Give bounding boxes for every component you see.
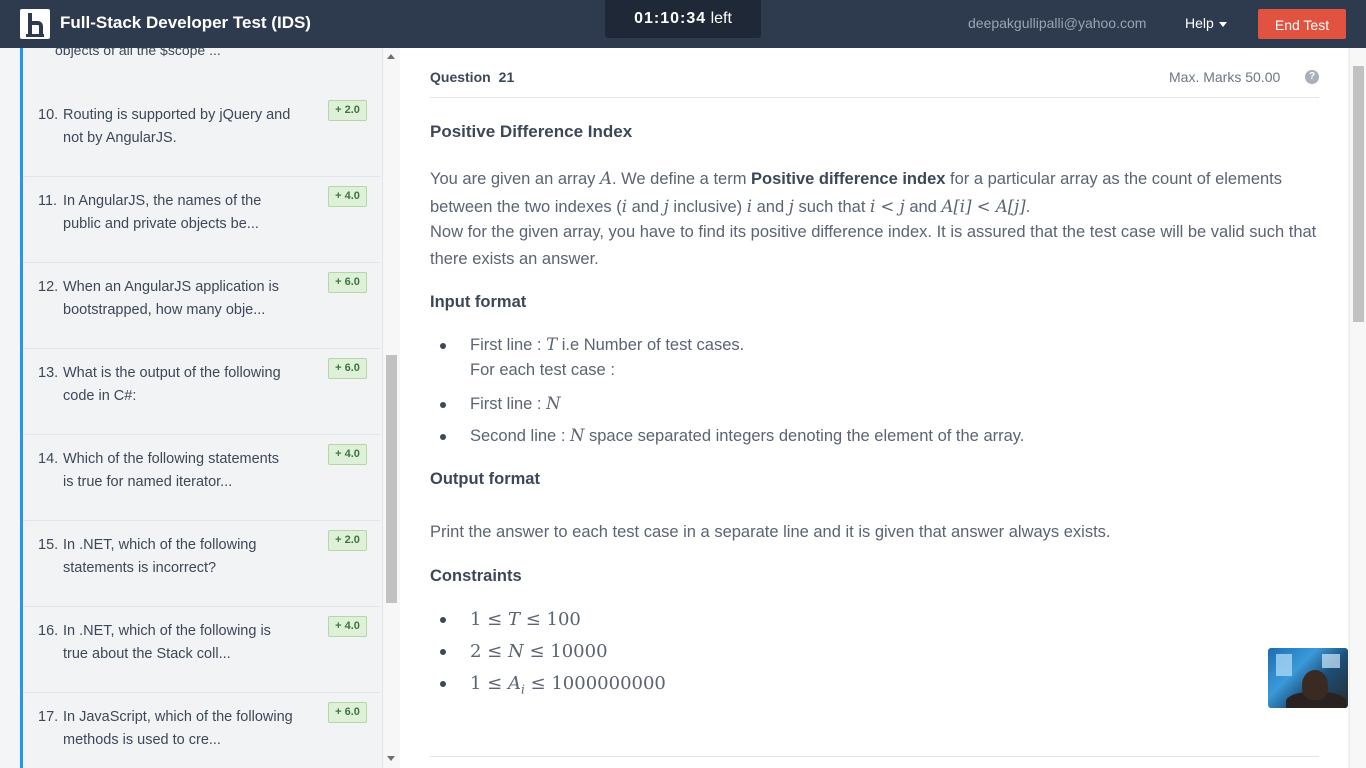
question-number: 13. — [38, 365, 59, 381]
question-summary: Which of the following statements is tru… — [63, 451, 279, 490]
countdown-timer: 01:10:34 left — [605, 0, 761, 38]
help-menu[interactable]: Help — [1185, 15, 1227, 31]
question-number: 11. — [38, 193, 58, 209]
input-format-title: Input format — [430, 293, 527, 311]
sidebar-scroll-thumb[interactable] — [386, 355, 397, 603]
max-marks: Max. Marks 50.00 — [1169, 69, 1281, 85]
question-item-11[interactable]: 11. In AngularJS, the names of the public… — [23, 177, 380, 263]
question-item-15[interactable]: 15. In .NET, which of the following state… — [23, 521, 380, 607]
question-number: 14. — [38, 451, 59, 467]
scroll-down-arrow-icon[interactable] — [387, 756, 395, 761]
question-item-14[interactable]: 14. Which of the following statements is … — [23, 435, 380, 521]
question-number: 10. — [38, 107, 59, 123]
marks-badge: + 6.0 — [328, 272, 367, 293]
marks-badge: + 4.0 — [328, 186, 367, 207]
main-scrollbar[interactable] — [1349, 48, 1366, 768]
partial-question-item[interactable]: objects of all the $scope ... — [55, 48, 221, 58]
header-divider — [430, 97, 1319, 98]
constraint-3: 1 ≤ Ai ≤ 1000000000 — [440, 672, 666, 701]
question-item-16[interactable]: 16. In .NET, which of the following is tr… — [23, 607, 380, 693]
user-email: deepakgullipalli@yahoo.com — [968, 15, 1147, 31]
question-item-12[interactable]: 12. When an AngularJS application is boot… — [23, 263, 380, 349]
webcam-preview — [1268, 648, 1348, 708]
input-bullet-3: Second line : N space separated integers… — [440, 425, 1024, 447]
question-summary: In .NET, which of the following is true … — [63, 623, 271, 662]
output-format-text: Print the answer to each test case in a … — [430, 523, 1111, 541]
constraint-1: 1 ≤ T ≤ 100 — [440, 608, 581, 631]
constraints-title: Constraints — [430, 567, 522, 585]
sidebar-scrollbar[interactable] — [382, 48, 400, 768]
question-number: 12. — [38, 279, 59, 295]
question-header: Question 21 — [430, 69, 514, 85]
test-title: Full-Stack Developer Test (IDS) — [60, 13, 311, 32]
constraint-2: 2 ≤ N ≤ 10000 — [440, 640, 608, 663]
question-number: 21 — [498, 69, 515, 85]
question-summary: Routing is supported by jQuery and not b… — [63, 107, 291, 146]
input-bullet-1: First line : T i.e Number of test cases. — [440, 334, 744, 356]
question-number: 17. — [38, 709, 59, 725]
question-summary: What is the output of the following code… — [63, 365, 281, 404]
question-label: Question — [430, 69, 491, 85]
problem-description-2: Now for the given array, you have to fin… — [430, 223, 1317, 268]
marks-badge: + 2.0 — [328, 100, 367, 121]
input-subline: For each test case : — [470, 361, 615, 379]
question-item-17[interactable]: 17. In JavaScript, which of the following… — [23, 693, 380, 768]
marks-badge: + 4.0 — [328, 616, 367, 637]
term-highlight: Positive difference index — [751, 170, 946, 188]
scroll-up-arrow-icon[interactable] — [387, 54, 395, 59]
help-label: Help — [1185, 15, 1214, 31]
question-number: 16. — [38, 623, 59, 639]
question-item-10[interactable]: 10. Routing is supported by jQuery and no… — [23, 91, 380, 177]
marks-badge: + 6.0 — [328, 702, 367, 723]
question-number: 15. — [38, 537, 59, 553]
question-panel: Question 21 Max. Marks 50.00 ? Positive D… — [400, 48, 1348, 768]
main-scroll-thumb[interactable] — [1353, 66, 1364, 322]
bottom-divider — [430, 756, 1319, 757]
timer-suffix: left — [710, 10, 732, 27]
chevron-down-icon — [1218, 21, 1227, 27]
hackerearth-logo-icon[interactable] — [20, 9, 50, 39]
output-format-title: Output format — [430, 470, 540, 488]
marks-badge: + 4.0 — [328, 444, 367, 465]
question-item-13[interactable]: 13. What is the output of the following c… — [23, 349, 380, 435]
marks-badge: + 6.0 — [328, 358, 367, 379]
question-summary: When an AngularJS application is bootstr… — [63, 279, 280, 318]
marks-badge: + 2.0 — [328, 530, 367, 551]
question-summary: In JavaScript, which of the following me… — [63, 709, 293, 748]
problem-title: Positive Difference Index — [430, 122, 633, 141]
input-bullet-2: First line : N — [440, 393, 561, 415]
top-bar: Full-Stack Developer Test (IDS) 01:10:34… — [0, 0, 1366, 48]
timer-value: 01:10:34 — [634, 10, 707, 27]
end-test-button[interactable]: End Test — [1258, 9, 1346, 39]
problem-description: You are given an array A. We define a te… — [430, 169, 1283, 216]
question-summary: In AngularJS, the names of the public an… — [63, 193, 262, 232]
question-help-icon[interactable]: ? — [1305, 70, 1319, 84]
question-summary: In .NET, which of the following statemen… — [63, 537, 257, 576]
question-list-sidebar: objects of all the $scope ... 10. Routing… — [20, 48, 385, 768]
